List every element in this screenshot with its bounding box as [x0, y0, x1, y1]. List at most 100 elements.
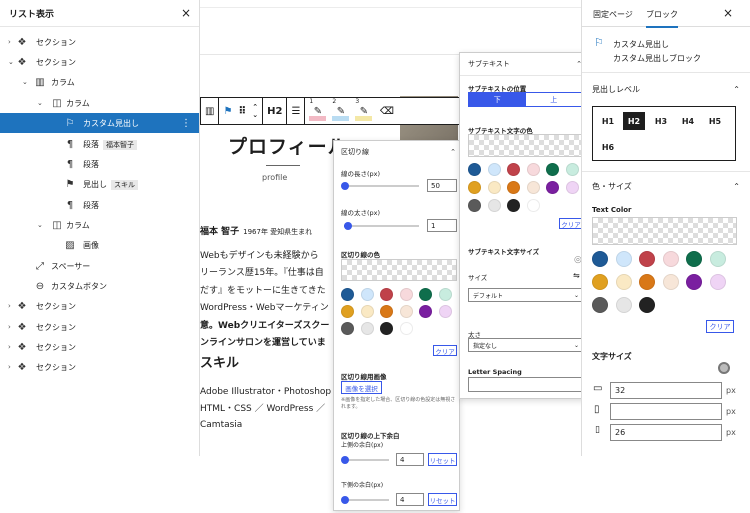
color-swatch[interactable]	[709, 251, 726, 267]
color-swatch[interactable]	[526, 181, 540, 194]
drag-handle-icon[interactable]: ⠿	[238, 106, 246, 117]
list-item[interactable]: ▨ 画像	[0, 235, 199, 255]
color-swatch[interactable]	[592, 251, 608, 267]
color-swatch[interactable]	[399, 322, 413, 335]
level-h4-button[interactable]: H4	[677, 112, 699, 130]
chevron-up-icon[interactable]: ⌃	[450, 148, 456, 156]
sliders-icon[interactable]: ⇋	[573, 271, 580, 280]
list-item[interactable]: › ❖ セクション	[0, 317, 199, 337]
chevron-right-icon[interactable]: ›	[8, 323, 11, 331]
intro-paragraph[interactable]: Webもデザインも未経験から リーランス歴15年。『仕事は自 だす』をモットーに…	[200, 248, 332, 352]
color-swatch[interactable]	[487, 163, 501, 176]
skill-heading[interactable]: スキル	[200, 352, 239, 371]
color-size-panel-header[interactable]: 色・サイズ ⌃	[592, 181, 740, 192]
list-item[interactable]: ⌄ ▥ カラム	[0, 72, 199, 92]
color-swatch[interactable]	[565, 163, 579, 176]
color-swatch[interactable]	[639, 251, 655, 267]
line-thickness-input[interactable]: 1	[427, 219, 457, 232]
color-swatch[interactable]	[639, 297, 655, 313]
settings-icon[interactable]	[718, 362, 730, 374]
tab-page[interactable]: 固定ページ	[593, 9, 633, 20]
skill-paragraph[interactable]: Adobe Illustrator・Photoshop ／ HTML・CSS ／…	[200, 384, 332, 434]
color-swatch[interactable]	[526, 163, 540, 176]
chevron-right-icon[interactable]: ›	[8, 38, 11, 46]
marker-3-button[interactable]: 3 ✎	[353, 98, 374, 124]
top-margin-slider[interactable]	[341, 456, 389, 464]
close-icon[interactable]: ×	[181, 6, 191, 20]
letter-spacing-input[interactable]	[468, 377, 583, 392]
subtext-clear-button[interactable]: クリア	[559, 218, 583, 229]
font-size-tablet-input[interactable]	[610, 403, 722, 420]
line-thickness-slider[interactable]	[344, 222, 419, 230]
color-swatch[interactable]	[341, 305, 354, 318]
list-item[interactable]: ⌄ ◫ カラム	[0, 215, 199, 235]
color-swatch[interactable]	[507, 163, 520, 176]
color-swatch[interactable]	[662, 274, 679, 290]
color-swatch[interactable]	[419, 288, 432, 301]
page-title[interactable]: プロフィール	[228, 132, 348, 159]
columns-icon[interactable]: ▥	[205, 106, 214, 117]
color-swatch[interactable]	[546, 163, 559, 176]
color-swatch[interactable]	[565, 181, 579, 194]
list-item[interactable]: ⌄ ❖ セクション	[0, 52, 199, 72]
divider-clear-button[interactable]: クリア	[433, 345, 457, 356]
tab-block[interactable]: ブロック	[646, 9, 678, 28]
chevron-down-icon[interactable]: ⌄	[37, 221, 43, 229]
font-size-mobile-input[interactable]: 26	[610, 424, 722, 441]
list-item[interactable]: ⊖ カスタムボタン	[0, 276, 199, 296]
heading-level-button[interactable]: H2	[267, 106, 282, 117]
position-top-button[interactable]: 上	[526, 93, 583, 106]
marker-clear-button[interactable]: ⌫	[376, 98, 397, 124]
chevron-down-icon[interactable]: ⌄	[22, 78, 28, 86]
color-swatch[interactable]	[686, 274, 702, 290]
level-h1-button[interactable]: H1	[597, 112, 619, 130]
color-swatch[interactable]	[380, 322, 393, 335]
list-item[interactable]: › ❖ セクション	[0, 357, 199, 377]
color-swatch[interactable]	[526, 199, 540, 212]
color-swatch[interactable]	[438, 305, 452, 318]
color-swatch[interactable]	[380, 288, 393, 301]
color-swatch[interactable]	[341, 322, 354, 335]
heading-level-panel-header[interactable]: 見出しレベル ⌃	[592, 84, 740, 95]
color-swatch[interactable]	[360, 305, 374, 318]
align-icon[interactable]: ☰	[291, 106, 300, 117]
bottom-margin-reset-button[interactable]: リセット	[428, 493, 457, 506]
top-margin-input[interactable]: 4	[396, 453, 424, 466]
level-h3-button[interactable]: H3	[650, 112, 672, 130]
color-swatch[interactable]	[360, 288, 374, 301]
chevron-down-icon[interactable]: ⌄	[8, 58, 14, 66]
marker-1-button[interactable]: 1 ✎	[307, 98, 328, 124]
bottom-margin-input[interactable]: 4	[396, 493, 424, 506]
marker-2-button[interactable]: 2 ✎	[330, 98, 351, 124]
chevron-right-icon[interactable]: ›	[8, 343, 11, 351]
close-icon[interactable]: ×	[723, 6, 733, 20]
color-swatch[interactable]	[592, 274, 608, 290]
color-swatch[interactable]	[399, 288, 413, 301]
chevron-down-icon[interactable]: ⌄	[37, 99, 43, 107]
list-item[interactable]: ¶ 段落	[0, 195, 199, 215]
level-h5-button[interactable]: H5	[704, 112, 726, 130]
subtext-size-select[interactable]: デフォルト ⌄	[468, 288, 583, 302]
more-options-icon[interactable]: ⋮	[181, 118, 191, 129]
color-swatch[interactable]	[399, 305, 413, 318]
color-swatch[interactable]	[686, 251, 702, 267]
name-paragraph[interactable]: 福本 智子 1967年 愛知県生まれ	[200, 224, 312, 237]
line-length-input[interactable]: 50	[427, 179, 457, 192]
subtext-weight-select[interactable]: 指定なし ⌄	[468, 338, 583, 352]
color-swatch[interactable]	[380, 305, 393, 318]
color-swatch[interactable]	[592, 297, 608, 313]
level-h6-button[interactable]: H6	[597, 138, 619, 156]
color-swatch[interactable]	[507, 181, 520, 194]
color-swatch[interactable]	[360, 322, 374, 335]
list-item[interactable]: ⚑ 見出し スキル	[0, 174, 199, 194]
position-bottom-button[interactable]: 下	[469, 93, 526, 106]
color-swatch[interactable]	[468, 163, 481, 176]
chevron-right-icon[interactable]: ›	[8, 302, 11, 310]
color-swatch[interactable]	[709, 274, 726, 290]
select-image-button[interactable]: 画像を選択	[341, 381, 382, 394]
font-size-desktop-input[interactable]: 32	[610, 382, 722, 399]
list-item[interactable]: › ❖ セクション	[0, 32, 199, 52]
list-item[interactable]: › ❖ セクション	[0, 296, 199, 316]
level-h2-button[interactable]: H2	[623, 112, 645, 130]
color-swatch[interactable]	[419, 305, 432, 318]
